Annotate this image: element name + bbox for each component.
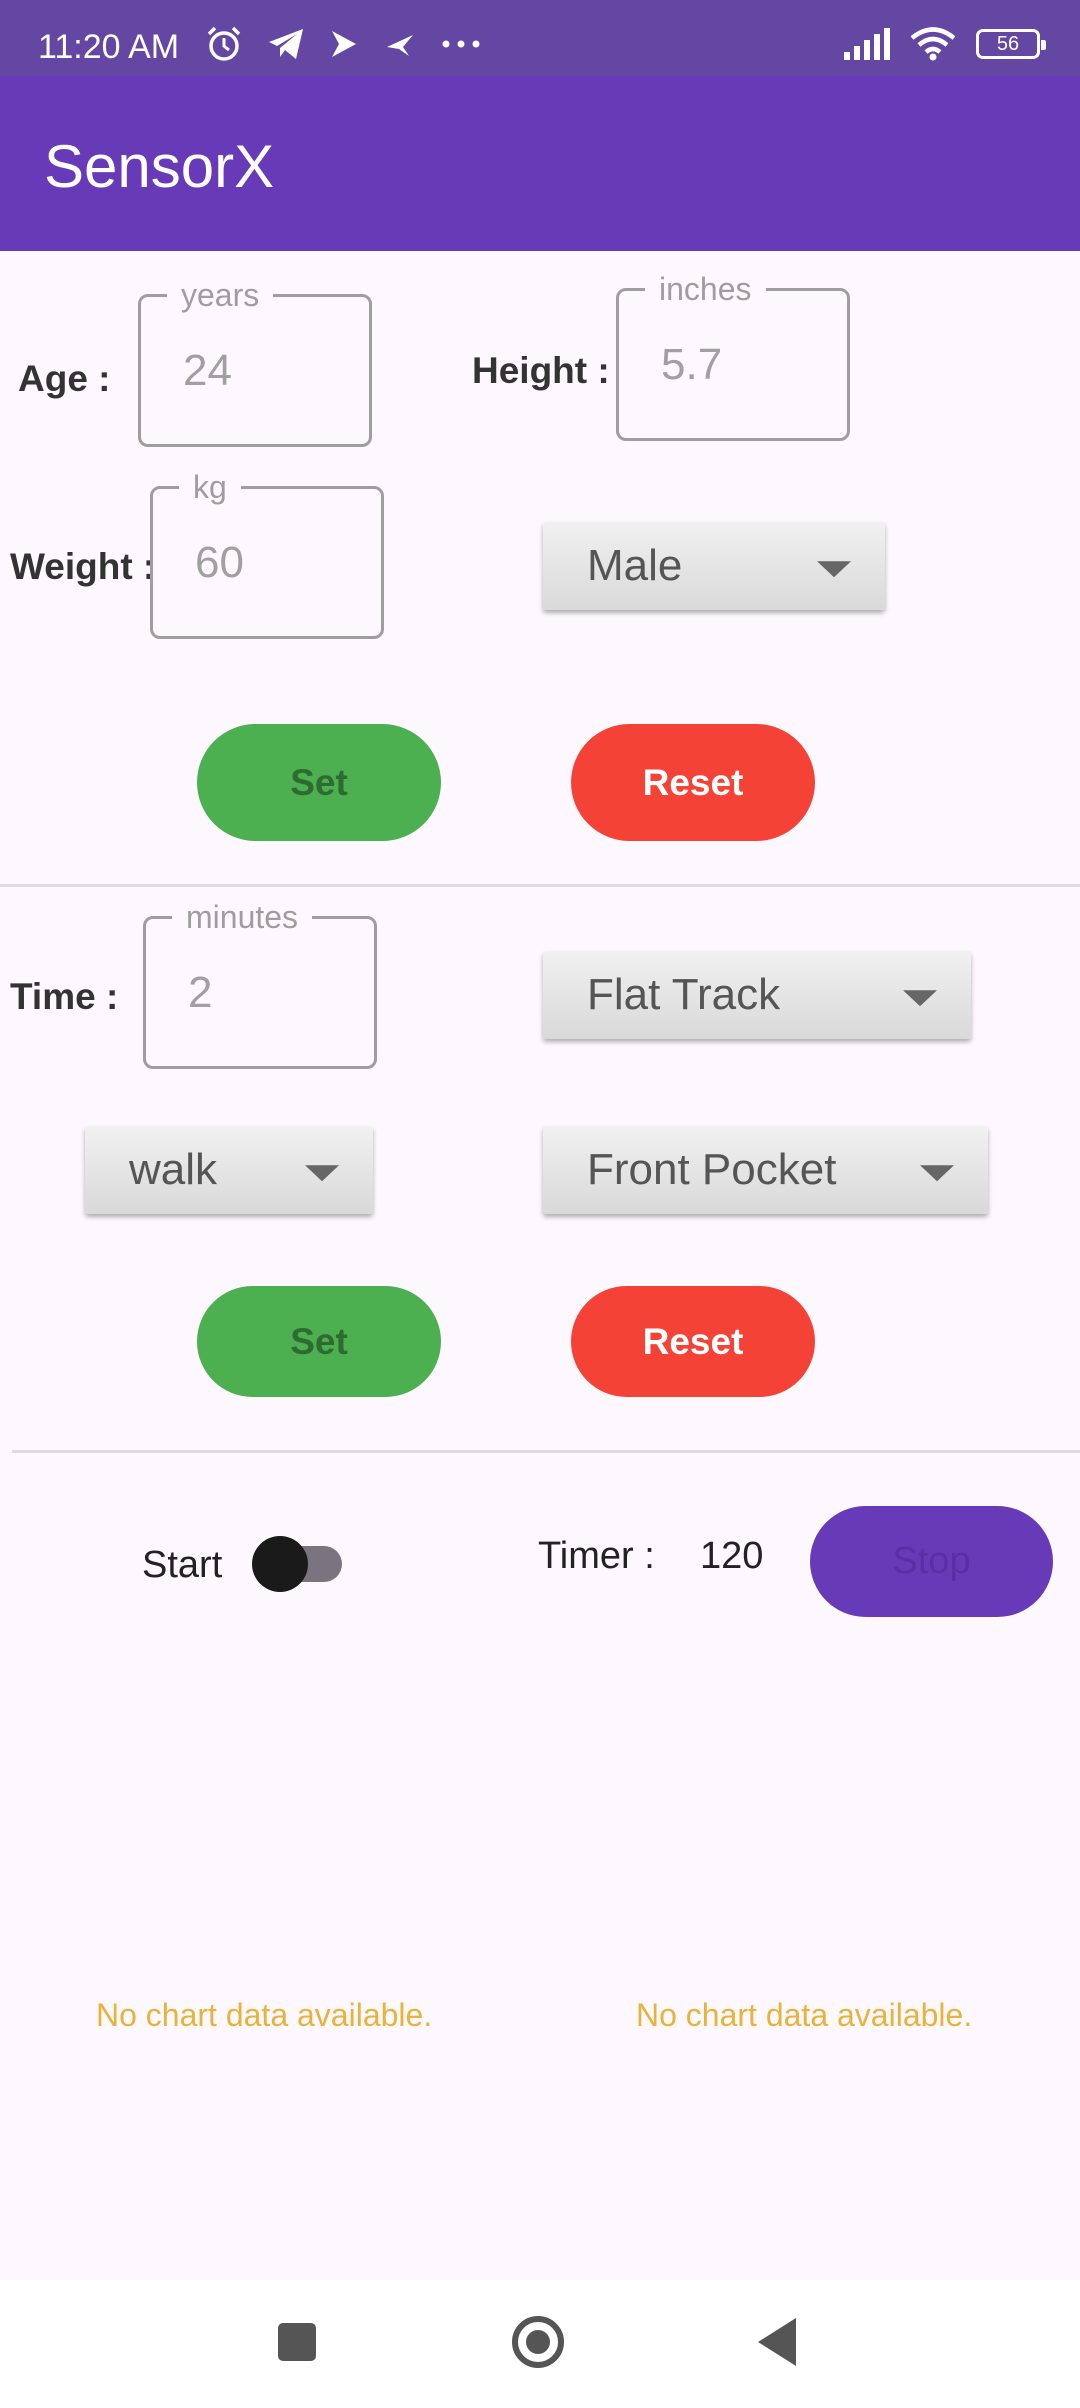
time-label: Time : — [10, 976, 119, 1017]
app-bar: SensorX — [0, 76, 1080, 251]
profile-set-button[interactable]: Set — [197, 724, 441, 841]
battery-level: 56 — [996, 32, 1020, 55]
time-value: 2 — [188, 967, 213, 1017]
weight-label: Weight : — [10, 546, 156, 587]
age-label: Age : — [18, 358, 111, 399]
chevron-down-icon — [903, 990, 937, 1007]
age-input[interactable]: years 24 — [138, 277, 372, 447]
gender-value: Male — [587, 541, 683, 590]
activity-type-dropdown[interactable]: walk — [85, 1126, 373, 1214]
position-dropdown[interactable]: Front Pocket — [543, 1126, 988, 1214]
battery-icon: 56 — [976, 29, 1046, 59]
home-button[interactable] — [512, 2316, 564, 2368]
chevron-down-icon — [305, 1165, 339, 1182]
forward-icon — [332, 31, 356, 57]
chevron-down-icon — [920, 1165, 954, 1182]
divider — [12, 1450, 1080, 1453]
activity-type-value: walk — [129, 1145, 218, 1194]
height-label: Height : — [472, 350, 610, 391]
weight-input[interactable]: kg 60 — [150, 469, 384, 639]
timer-value: 120 — [700, 1535, 764, 1577]
height-input[interactable]: inches 5.7 — [616, 271, 850, 441]
wifi-icon — [910, 27, 956, 61]
app-title: SensorX — [44, 133, 275, 200]
chevron-down-icon — [817, 561, 851, 578]
weight-unit-legend: kg — [179, 469, 241, 506]
left-chart-empty-message: No chart data available. — [96, 1997, 433, 2033]
age-unit-legend: years — [167, 277, 274, 314]
recents-button[interactable] — [278, 2323, 316, 2361]
height-unit-legend: inches — [645, 271, 766, 308]
status-time: 11:20 AM — [38, 28, 180, 66]
start-label: Start — [142, 1544, 223, 1586]
status-icons-left — [205, 24, 481, 64]
height-value: 5.7 — [661, 339, 723, 389]
gender-dropdown[interactable]: Male — [543, 522, 885, 610]
back-button[interactable] — [758, 2318, 796, 2366]
right-chart-empty-message: No chart data available. — [636, 1997, 973, 2033]
divider — [0, 884, 1080, 887]
signal-icon — [844, 28, 890, 60]
status-icons-right: 56 — [842, 24, 1046, 64]
weight-value: 60 — [195, 537, 244, 587]
time-unit-legend: minutes — [172, 899, 313, 936]
activity-set-button[interactable]: Set — [197, 1286, 441, 1397]
telegram-icon — [269, 29, 303, 59]
age-value: 24 — [183, 345, 232, 395]
track-value: Flat Track — [587, 970, 781, 1019]
status-bar: 11:20 AM 56 — [0, 0, 1080, 76]
more-icon — [442, 40, 480, 48]
time-input[interactable]: minutes 2 — [143, 899, 377, 1069]
profile-reset-button[interactable]: Reset — [571, 724, 815, 841]
activity-reset-button[interactable]: Reset — [571, 1286, 815, 1397]
start-toggle-thumb[interactable] — [252, 1536, 308, 1592]
bird-icon — [387, 35, 413, 56]
alarm-icon — [207, 26, 241, 61]
track-dropdown[interactable]: Flat Track — [543, 951, 971, 1039]
position-value: Front Pocket — [587, 1145, 837, 1194]
timer-label: Timer : — [538, 1535, 655, 1577]
stop-button[interactable]: Stop — [810, 1506, 1053, 1617]
